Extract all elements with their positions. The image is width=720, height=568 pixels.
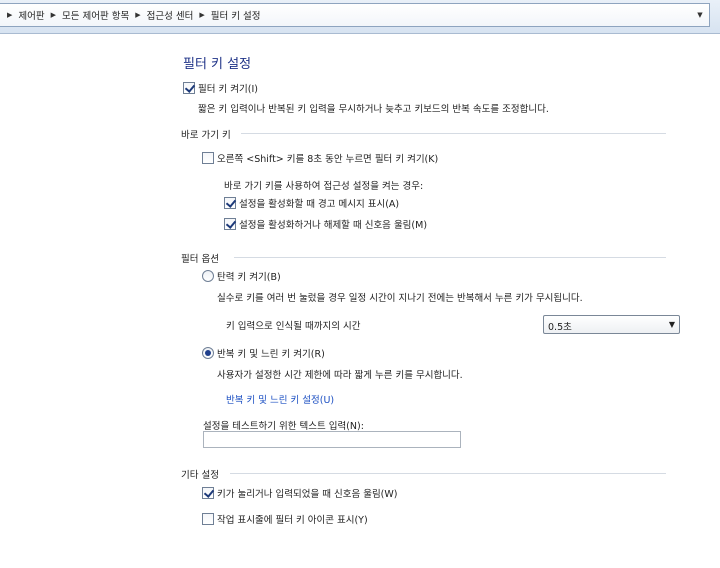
toggle-sound-label[interactable]: 설정을 활성화하거나 해제할 때 신호음 울림(M) xyxy=(239,217,427,231)
breadcrumb-control-panel[interactable]: 제어판 xyxy=(15,8,47,22)
delay-label: 키 입력으로 인식될 때까지의 시간 xyxy=(226,321,361,332)
chevron-right-icon[interactable]: ▶ xyxy=(132,11,143,19)
test-input-label: 설정을 테스트하기 위한 텍스트 입력(N): xyxy=(203,421,364,432)
breadcrumb-ease-of-access[interactable]: 접근성 센터 xyxy=(144,8,197,22)
test-text-input[interactable] xyxy=(203,431,461,448)
shortcut-section-label: 바로 가기 키 xyxy=(181,130,231,141)
chevron-right-icon[interactable]: ▶ xyxy=(196,11,207,19)
enable-filter-keys-checkbox[interactable] xyxy=(183,82,195,94)
breadcrumb-all-items[interactable]: 모든 제어판 항목 xyxy=(59,8,132,22)
dropdown-arrow-icon[interactable]: ▼ xyxy=(669,320,675,329)
page-title: 필터 키 설정 xyxy=(183,57,252,72)
address-bar: ▶ 제어판 ▶ 모든 제어판 항목 ▶ 접근성 센터 ▶ 필터 키 설정 ▼ xyxy=(0,0,720,34)
enable-filter-keys-label[interactable]: 필터 키 켜기(I) xyxy=(198,81,258,95)
other-settings-section-label: 기타 설정 xyxy=(181,470,219,481)
beep-label[interactable]: 키가 눌리거나 입력되었을 때 신호음 울림(W) xyxy=(217,486,398,500)
section-divider xyxy=(230,473,666,474)
toggle-sound-checkbox[interactable] xyxy=(224,218,236,230)
chevron-down-icon[interactable]: ▼ xyxy=(691,4,709,26)
right-shift-checkbox[interactable] xyxy=(202,152,214,164)
section-divider xyxy=(234,257,666,258)
breadcrumb[interactable]: ▶ 제어판 ▶ 모든 제어판 항목 ▶ 접근성 센터 ▶ 필터 키 설정 ▼ xyxy=(0,3,710,27)
bounce-keys-description: 실수로 키를 여러 번 눌렀을 경우 일정 시간이 지나기 전에는 반복해서 누… xyxy=(217,293,583,304)
section-divider xyxy=(241,133,666,134)
repeat-slow-keys-settings-link[interactable]: 반복 키 및 느린 키 설정(U) xyxy=(226,392,334,406)
repeat-slow-keys-label[interactable]: 반복 키 및 느린 키 켜기(R) xyxy=(217,346,325,360)
right-shift-label[interactable]: 오른쪽 <Shift> 키를 8초 동안 누르면 필터 키 켜기(K) xyxy=(217,151,438,165)
filter-options-section-label: 필터 옵션 xyxy=(181,254,219,265)
shortcut-note: 바로 가기 키를 사용하여 접근성 설정을 켜는 경우: xyxy=(224,181,424,192)
beep-checkbox[interactable] xyxy=(202,487,214,499)
warning-message-label[interactable]: 설정을 활성화할 때 경고 메시지 표시(A) xyxy=(239,196,399,210)
chevron-right-icon[interactable]: ▶ xyxy=(4,11,15,19)
enable-filter-description: 짧은 키 입력이나 반복된 키 입력을 무시하거나 늦추고 키보드의 반복 속도… xyxy=(198,104,549,115)
breadcrumb-filter-keys[interactable]: 필터 키 설정 xyxy=(208,8,264,22)
tray-icon-checkbox[interactable] xyxy=(202,513,214,525)
repeat-slow-keys-radio[interactable] xyxy=(202,347,214,359)
delay-select-value: 0.5초 xyxy=(548,322,572,333)
chevron-right-icon[interactable]: ▶ xyxy=(48,11,59,19)
repeat-slow-keys-description: 사용자가 설정한 시간 제한에 따라 짧게 누른 키를 무시합니다. xyxy=(217,370,463,381)
bounce-keys-radio[interactable] xyxy=(202,270,214,282)
delay-select[interactable]: 0.5초 ▼ xyxy=(543,315,680,334)
warning-message-checkbox[interactable] xyxy=(224,197,236,209)
tray-icon-label[interactable]: 작업 표시줄에 필터 키 아이콘 표시(Y) xyxy=(217,512,368,526)
bounce-keys-label[interactable]: 탄력 키 켜기(B) xyxy=(217,269,281,283)
